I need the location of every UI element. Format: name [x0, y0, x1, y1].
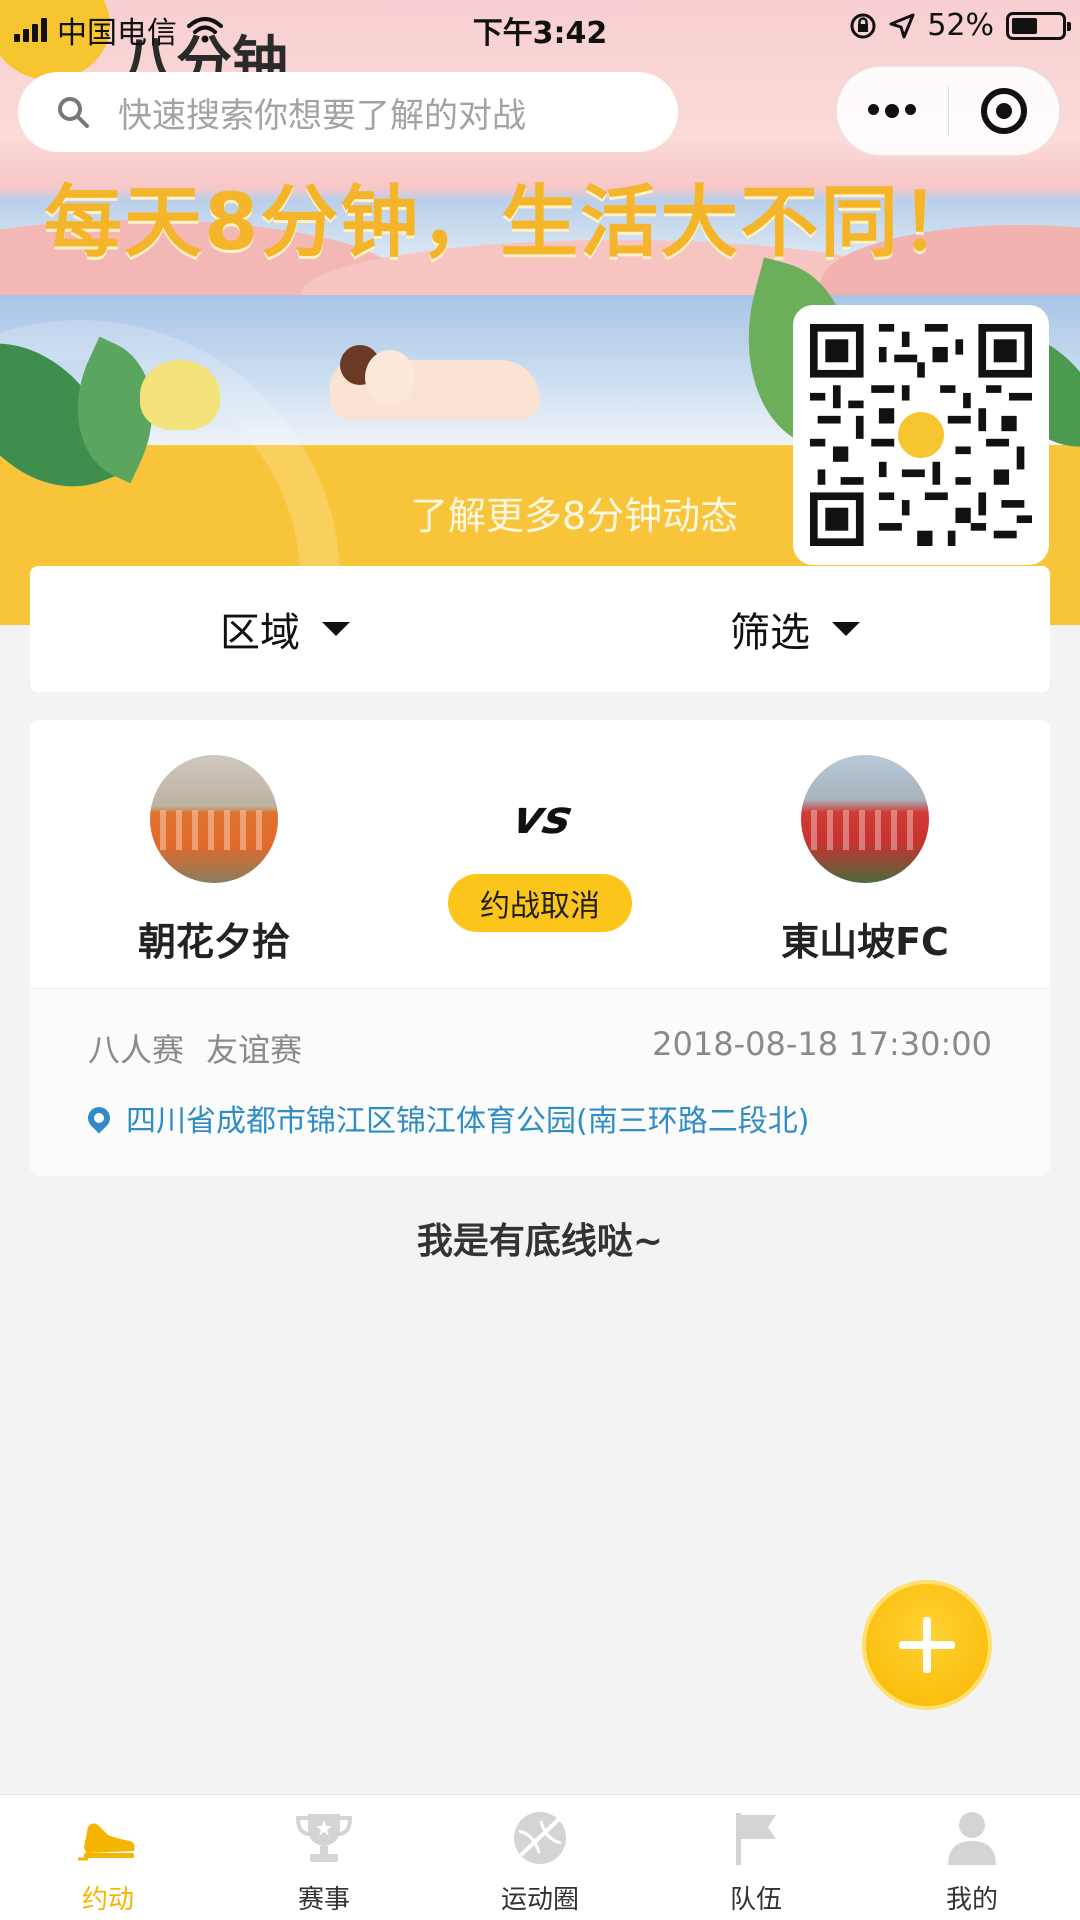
flower-illustration: [140, 360, 220, 430]
home-team-avatar: [150, 755, 278, 883]
match-location[interactable]: 四川省成都市锦江区锦江体育公园(南三环路二段北): [83, 1096, 810, 1140]
flag-icon: [726, 1809, 786, 1867]
more-dots-icon: [868, 104, 917, 118]
user-icon: [942, 1809, 1002, 1867]
match-location-text: 四川省成都市锦江区锦江体育公园(南三环路二段北): [126, 1104, 810, 1139]
tab-label: 队伍: [729, 1885, 782, 1915]
target-circle-icon: [980, 88, 1027, 134]
banner-slogan: 每天8分钟，生活大不同！: [44, 178, 981, 268]
region-dropdown-label: 区域: [220, 610, 300, 656]
tab-label: 赛事: [297, 1885, 350, 1915]
vs-label: vs: [508, 790, 578, 844]
home-team-name: 朝花夕拾: [137, 920, 290, 964]
location-arrow-icon: [889, 13, 915, 38]
battery-percent: 52%: [927, 8, 994, 43]
match-info: 八人赛 友谊赛 2018-08-18 17:30:00 四川省成都市锦江区锦江体…: [30, 989, 1050, 1176]
miniprogram-capsule: [836, 66, 1060, 156]
tab-yundongquan[interactable]: 运动圈: [432, 1795, 648, 1920]
end-of-list-note: 我是有底线哒~: [416, 1221, 664, 1262]
tab-duiwu[interactable]: 队伍: [648, 1795, 864, 1920]
caret-down-icon: [322, 622, 350, 636]
battery-icon: [1006, 11, 1071, 40]
match-type: 八人赛 友谊赛: [88, 1031, 303, 1069]
tab-label: 约动: [81, 1885, 134, 1915]
tab-bar: 约动 赛事 运动圈 队伍 我的: [0, 1794, 1080, 1920]
search-bar[interactable]: 快速搜索你想要了解的对战: [18, 72, 678, 152]
filter-dropdown-label: 筛选: [730, 610, 810, 656]
away-team-name: 東山坡FC: [781, 920, 949, 964]
ball-icon: [510, 1809, 570, 1867]
qr-code: [793, 305, 1049, 565]
more-button[interactable]: [837, 66, 948, 156]
filter-dropdown[interactable]: 筛选: [540, 566, 1050, 692]
banner-subtitle: 了解更多8分钟动态: [410, 494, 739, 538]
away-team[interactable]: 東山坡FC: [735, 755, 995, 966]
qr-code-icon: [810, 324, 1032, 546]
battery-fill: [1012, 17, 1037, 34]
region-dropdown[interactable]: 区域: [30, 566, 540, 692]
yoga-figure-head: [365, 350, 415, 405]
add-match-button[interactable]: [862, 1580, 992, 1710]
trophy-icon: [294, 1809, 354, 1867]
match-time: 2018-08-18 17:30:00: [652, 1025, 992, 1063]
tab-wode[interactable]: 我的: [864, 1795, 1080, 1920]
location-pin-icon: [83, 1102, 115, 1134]
tab-label: 我的: [945, 1885, 998, 1915]
match-status-badge: 约战取消: [448, 874, 632, 932]
caret-down-icon: [832, 622, 860, 636]
sneaker-icon: [78, 1809, 138, 1867]
match-card[interactable]: 朝花夕拾 vs 约战取消 東山坡FC 八人赛 友谊赛 2018-08-18 17…: [30, 720, 1050, 1176]
filter-bar: 区域 筛选: [30, 566, 1050, 692]
plus-icon: [899, 1617, 955, 1673]
search-icon: [58, 97, 89, 128]
rotation-lock-icon: [850, 13, 876, 38]
home-team[interactable]: 朝花夕拾: [84, 755, 344, 966]
status-bar: 中国电信 下午3:42 52%: [0, 0, 1080, 52]
away-team-avatar: [801, 755, 929, 883]
search-placeholder: 快速搜索你想要了解的对战: [118, 95, 526, 136]
tab-saishi[interactable]: 赛事: [216, 1795, 432, 1920]
tab-yuedong[interactable]: 约动: [0, 1795, 216, 1920]
close-miniprogram-button[interactable]: [949, 66, 1060, 156]
tab-label: 运动圈: [500, 1885, 579, 1915]
